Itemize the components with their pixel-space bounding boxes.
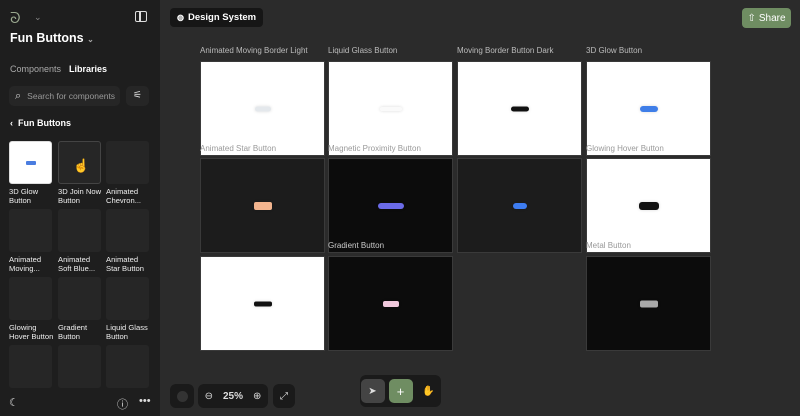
component-thumbnail[interactable] bbox=[106, 345, 149, 388]
component-thumbnail[interactable] bbox=[9, 345, 52, 388]
search-input[interactable]: ⌕ Search for components bbox=[9, 86, 120, 106]
button-preview bbox=[26, 161, 36, 165]
component-title: Liquid Glass Button bbox=[328, 46, 398, 55]
component-thumbnail[interactable] bbox=[9, 277, 52, 320]
component-thumbnail[interactable] bbox=[106, 209, 149, 252]
component-thumbnail[interactable] bbox=[106, 277, 149, 320]
add-tool-icon[interactable]: + bbox=[388, 379, 413, 403]
button-preview bbox=[639, 105, 658, 112]
component-thumbnail[interactable] bbox=[58, 277, 101, 320]
zoom-control: ⊖ 25% ⊕ bbox=[198, 384, 268, 408]
button-preview bbox=[377, 202, 404, 209]
tab-libraries[interactable]: Libraries bbox=[69, 64, 107, 74]
search-icon: ⌕ bbox=[15, 89, 22, 102]
component-preview-card[interactable] bbox=[586, 256, 711, 351]
button-preview bbox=[639, 300, 658, 307]
share-button[interactable]: ⇧ Share bbox=[742, 8, 791, 28]
component-preview-card[interactable] bbox=[328, 61, 453, 156]
button-preview bbox=[638, 201, 659, 210]
component-preview-card[interactable] bbox=[586, 158, 711, 253]
filter-icon[interactable]: ⚟ bbox=[126, 86, 149, 106]
zoom-level: 25% bbox=[222, 390, 243, 402]
component-preview-card[interactable] bbox=[328, 158, 453, 253]
component-label: Glowing Hover Button bbox=[9, 323, 54, 341]
select-tool-icon[interactable]: ➤ bbox=[360, 379, 385, 403]
component-title: Magnetic Proximity Button bbox=[328, 144, 421, 153]
component-preview-card[interactable] bbox=[457, 61, 582, 156]
sidebar-tabs: Components Libraries bbox=[10, 64, 107, 74]
component-title: Gradient Button bbox=[328, 241, 385, 250]
component-title: Animated Star Button bbox=[200, 144, 277, 153]
zoom-in-icon[interactable]: ⊕ bbox=[253, 391, 261, 402]
chevron-down-icon[interactable]: ⌄ bbox=[34, 12, 42, 23]
component-thumbnail[interactable] bbox=[106, 141, 149, 184]
component-label: 3D Join Now Button bbox=[58, 187, 102, 205]
component-title: 3D Glow Button bbox=[586, 46, 643, 55]
component-label: Animated Soft Blue... bbox=[58, 255, 96, 273]
component-preview-card[interactable] bbox=[200, 256, 325, 351]
button-preview bbox=[253, 201, 272, 210]
button-preview bbox=[253, 301, 272, 306]
breadcrumb[interactable]: ‹ Fun Buttons bbox=[10, 118, 71, 128]
component-label: Animated Moving... bbox=[9, 255, 42, 273]
share-icon: ⇧ bbox=[747, 12, 756, 24]
design-system-button[interactable]: ◍ Design System bbox=[170, 8, 264, 27]
component-label: Animated Chevron... bbox=[106, 187, 142, 205]
help-icon[interactable]: ⓘ bbox=[117, 396, 128, 412]
button-preview bbox=[379, 106, 402, 111]
component-title: Glowing Hover Button bbox=[586, 144, 664, 153]
fullscreen-icon[interactable]: ⤢ bbox=[273, 384, 295, 408]
component-thumbnail[interactable]: ☝ bbox=[58, 141, 101, 184]
component-label: Liquid Glass Button bbox=[106, 323, 148, 341]
component-label: Gradient Button bbox=[58, 323, 88, 341]
component-thumbnail[interactable] bbox=[58, 209, 101, 252]
component-label: 3D Glow Button bbox=[9, 187, 39, 205]
component-preview-card[interactable] bbox=[328, 256, 453, 351]
button-preview bbox=[510, 106, 529, 111]
button-preview bbox=[512, 202, 527, 209]
component-title: Metal Button bbox=[586, 241, 631, 250]
tool-bar: ➤ + ✋ bbox=[360, 375, 441, 407]
component-preview-card[interactable] bbox=[200, 61, 325, 156]
component-preview-card[interactable] bbox=[586, 61, 711, 156]
component-thumbnail[interactable] bbox=[9, 209, 52, 252]
project-title[interactable]: Fun Buttons ⌄ bbox=[10, 31, 94, 45]
tab-components[interactable]: Components bbox=[10, 64, 61, 74]
cursor-hand-icon: ☝ bbox=[73, 158, 90, 173]
component-title: Animated Moving Border Light bbox=[200, 46, 308, 55]
component-preview-card[interactable] bbox=[457, 158, 582, 253]
sidebar: ᘐ ⌄ Fun Buttons ⌄ Components Libraries ⌕… bbox=[0, 0, 160, 416]
zoom-out-icon[interactable]: ⊖ bbox=[205, 391, 213, 402]
logo-icon[interactable]: ᘐ bbox=[10, 10, 21, 27]
component-label: Animated Star Button bbox=[106, 255, 144, 273]
component-title: Moving Border Button Dark bbox=[457, 46, 554, 55]
more-icon[interactable]: ••• bbox=[139, 395, 151, 407]
palette-icon: ◍ bbox=[177, 13, 184, 22]
button-preview bbox=[382, 300, 399, 307]
back-icon: ‹ bbox=[10, 118, 13, 128]
color-mode-button[interactable] bbox=[170, 384, 194, 408]
button-preview bbox=[254, 106, 271, 111]
component-thumbnail[interactable] bbox=[9, 141, 52, 184]
theme-toggle-icon[interactable]: ☾ bbox=[9, 396, 19, 409]
circle-icon bbox=[176, 390, 188, 402]
toggle-sidebar-icon[interactable] bbox=[135, 11, 147, 22]
component-thumbnail[interactable] bbox=[58, 345, 101, 388]
component-preview-card[interactable] bbox=[200, 158, 325, 253]
hand-tool-icon[interactable]: ✋ bbox=[417, 379, 441, 403]
